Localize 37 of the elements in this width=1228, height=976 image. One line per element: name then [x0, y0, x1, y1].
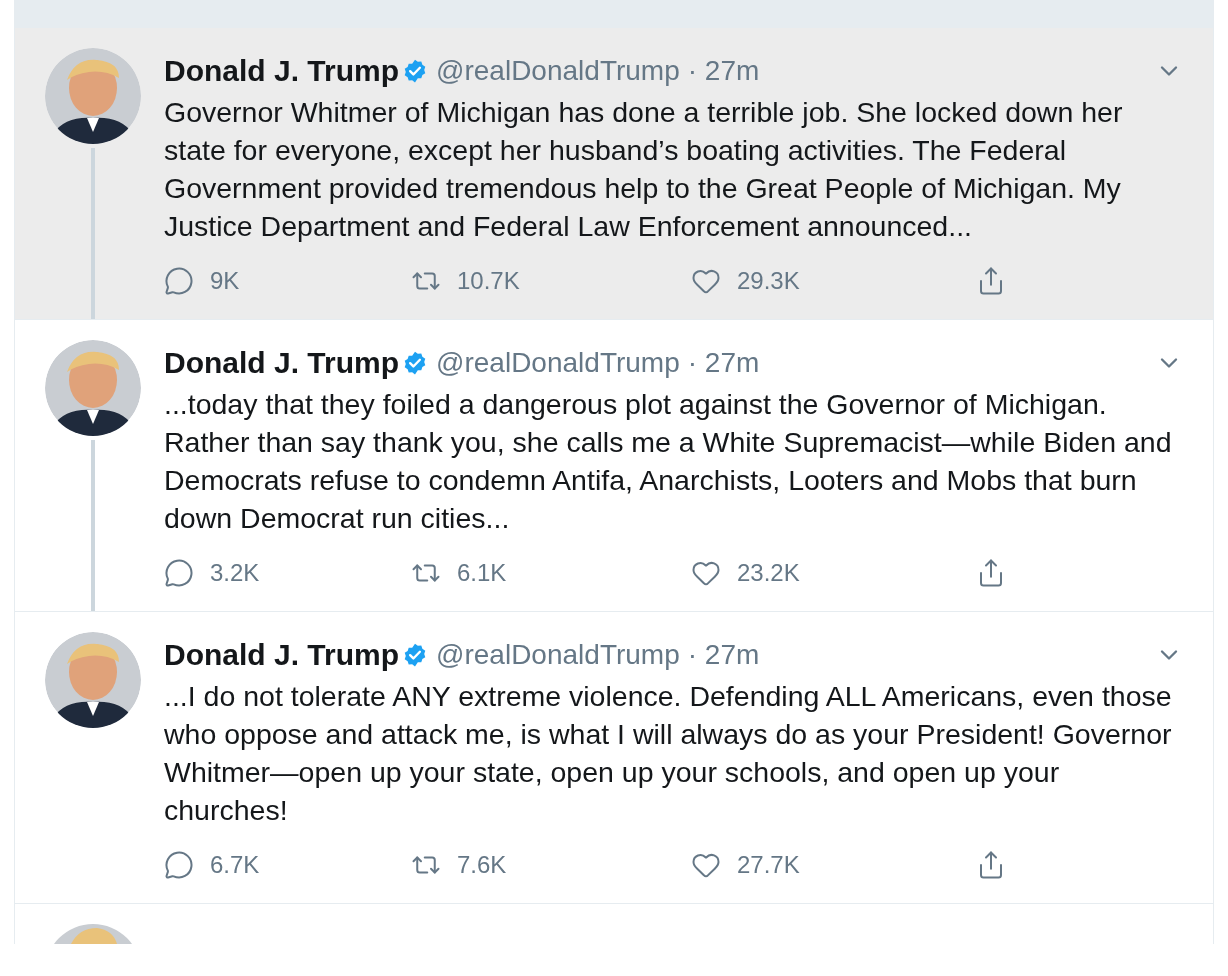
tweet-time[interactable]: · 27m: [687, 633, 760, 676]
like-button[interactable]: 23.2K: [691, 555, 800, 591]
tweet-time[interactable]: · 27m: [687, 49, 760, 92]
tweet-text: ...I do not tolerate ANY extreme violence. Defending ALL Americans, even those who oppose and attack me, is what I will always do as your President! Governor Whitmer—open up your state, open up your schools, and open up your churches!: [164, 679, 1173, 828]
like-button[interactable]: 27.7K: [691, 847, 800, 883]
like-count: 23.2K: [737, 558, 800, 588]
tweet-text: Governor Whitmer of Michigan has done a terrible job. She locked down her state for everyone, except her husband’s boating activities. The Federal Government provided tremendous help to the Great People of Michigan. My Justice Department and Federal Law Enforcement announced...: [164, 95, 1124, 244]
reply-count: 6.7K: [210, 850, 260, 880]
user-name[interactable]: Donald J. Trump: [164, 340, 400, 385]
user-handle[interactable]: @realDonaldTrump: [436, 341, 680, 384]
retweet-button[interactable]: 10.7K: [411, 263, 520, 299]
avatar[interactable]: [45, 48, 141, 144]
reply-icon: [164, 558, 194, 588]
tweet-time[interactable]: · 27m: [687, 341, 760, 384]
like-button[interactable]: 29.3K: [691, 263, 800, 299]
retweet-count: 10.7K: [457, 266, 520, 296]
like-count: 29.3K: [737, 266, 800, 296]
tweet-text: ...today that they foiled a dangerous plot against the Governor of Michigan. Rather than say thank you, she calls me a White Supremacist—while Biden and Democrats refuse to condemn Antifa, Anarchists, Looters and Mobs that burn down Democrat run cities...: [164, 387, 1173, 536]
user-handle[interactable]: @realDonaldTrump: [436, 49, 680, 92]
reply-button[interactable]: 3.2K: [164, 555, 260, 591]
retweet-count: 7.6K: [457, 850, 507, 880]
avatar[interactable]: [45, 632, 141, 728]
reply-button[interactable]: 9K: [164, 263, 240, 299]
reply-icon: [164, 266, 194, 296]
user-name[interactable]: Donald J. Trump: [164, 632, 400, 677]
user-handle[interactable]: @realDonaldTrump: [436, 633, 680, 676]
retweet-button[interactable]: 7.6K: [411, 847, 507, 883]
reply-icon: [164, 850, 194, 880]
reply-count: 9K: [210, 266, 240, 296]
retweet-button[interactable]: 6.1K: [411, 555, 507, 591]
user-name[interactable]: Donald J. Trump: [164, 48, 400, 93]
tweet[interactable]: [15, 28, 1213, 320]
retweet-count: 6.1K: [457, 558, 507, 588]
reply-count: 3.2K: [210, 558, 260, 588]
reply-button[interactable]: 6.7K: [164, 847, 260, 883]
avatar[interactable]: [45, 340, 141, 436]
like-count: 27.7K: [737, 850, 800, 880]
